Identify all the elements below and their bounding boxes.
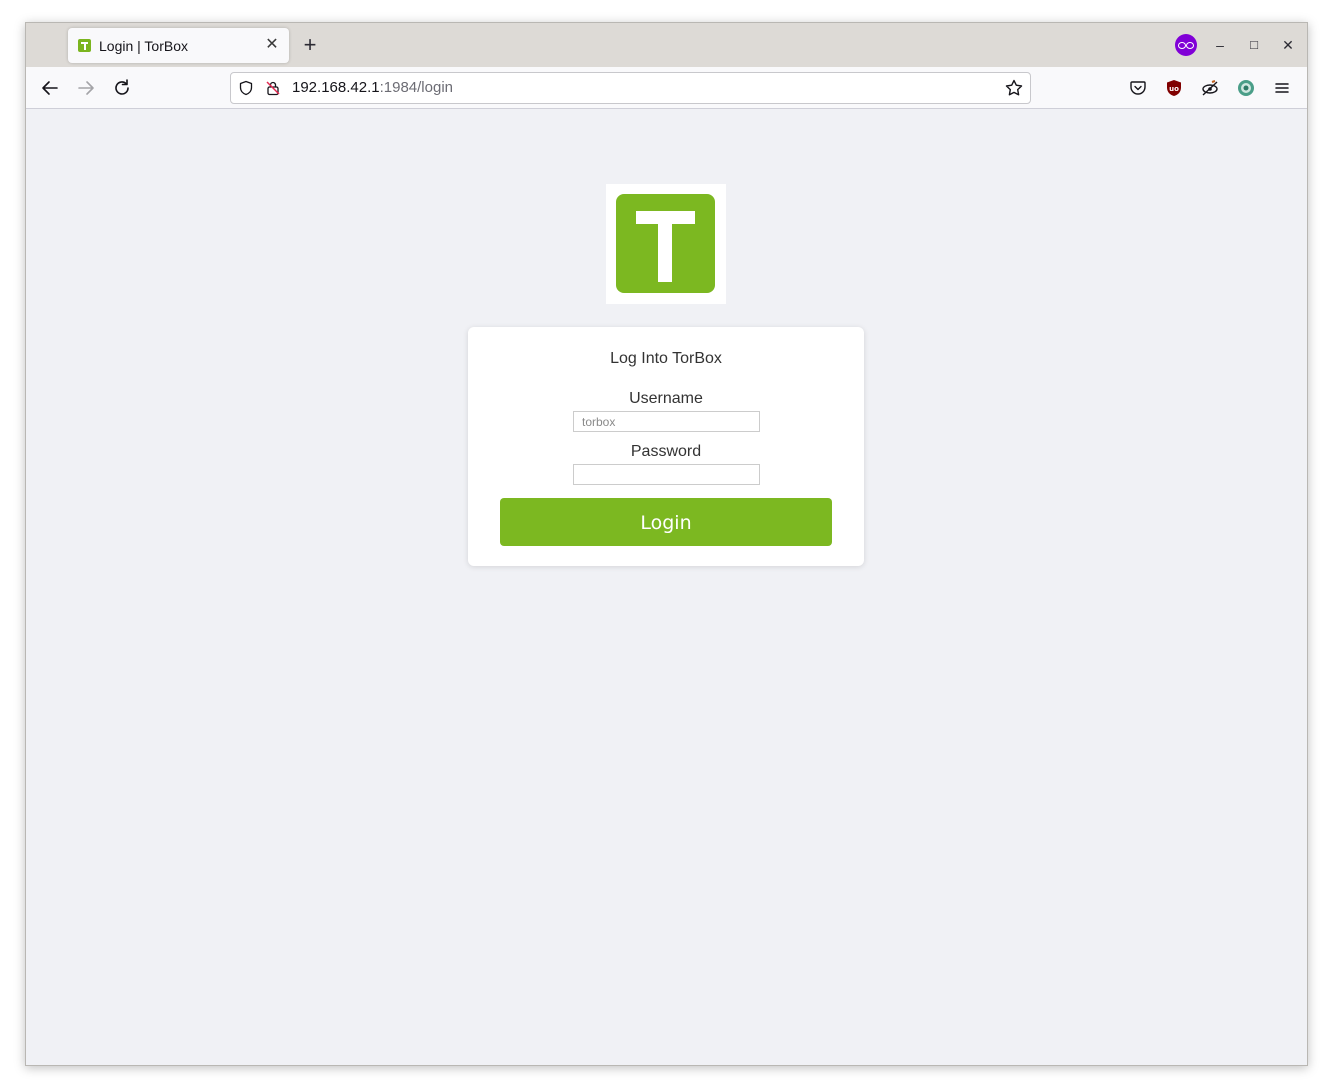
svg-text:uo: uo — [1169, 85, 1179, 93]
logo-square — [616, 194, 715, 293]
login-card: Log Into TorBox Username Password Login — [468, 327, 864, 566]
torbox-logo-icon — [606, 184, 726, 304]
minimize-button[interactable]: – — [1210, 35, 1230, 55]
bookmark-star-icon[interactable] — [1004, 78, 1024, 98]
password-input[interactable] — [573, 464, 760, 485]
login-title: Log Into TorBox — [610, 350, 722, 367]
globe-extension-icon[interactable] — [1236, 78, 1256, 98]
insecure-lock-icon[interactable] — [265, 80, 281, 96]
url-text[interactable]: 192.168.42.1:1984/login — [292, 79, 453, 96]
back-arrow-icon[interactable] — [39, 77, 61, 99]
username-label: Username — [629, 390, 703, 407]
close-window-button[interactable]: ✕ — [1278, 35, 1298, 55]
address-bar[interactable]: 192.168.42.1:1984/login — [230, 72, 1031, 104]
password-label: Password — [630, 443, 702, 460]
tab-title: Login | TorBox — [99, 38, 188, 54]
forward-arrow-icon[interactable] — [75, 77, 97, 99]
reload-icon[interactable] — [111, 77, 133, 99]
url-path: :1984/login — [379, 79, 453, 96]
hamburger-menu-icon[interactable] — [1272, 78, 1292, 98]
navigation-toolbar: 192.168.42.1:1984/login uo — [26, 67, 1307, 109]
page-content: Log Into TorBox Username Password Login — [26, 109, 1307, 1065]
login-button[interactable]: Login — [500, 498, 832, 546]
private-browsing-mask-icon — [1175, 34, 1197, 56]
username-input[interactable] — [573, 411, 760, 432]
tab-strip: Login | TorBox ✕ + – □ ✕ — [26, 23, 1307, 67]
pocket-icon[interactable] — [1128, 78, 1148, 98]
new-tab-plus-icon[interactable]: + — [300, 34, 320, 56]
privacy-extension-icon[interactable] — [1200, 78, 1220, 98]
tracking-protection-shield-icon[interactable] — [238, 80, 254, 96]
maximize-button[interactable]: □ — [1244, 35, 1264, 55]
torbox-favicon-icon — [78, 39, 91, 52]
close-icon[interactable]: ✕ — [263, 36, 281, 54]
browser-tab[interactable]: Login | TorBox ✕ — [68, 28, 289, 63]
ublock-origin-icon[interactable]: uo — [1164, 78, 1184, 98]
browser-window: Login | TorBox ✕ + – □ ✕ 192.168.42.1:19… — [25, 22, 1308, 1066]
url-host: 192.168.42.1 — [292, 79, 380, 96]
